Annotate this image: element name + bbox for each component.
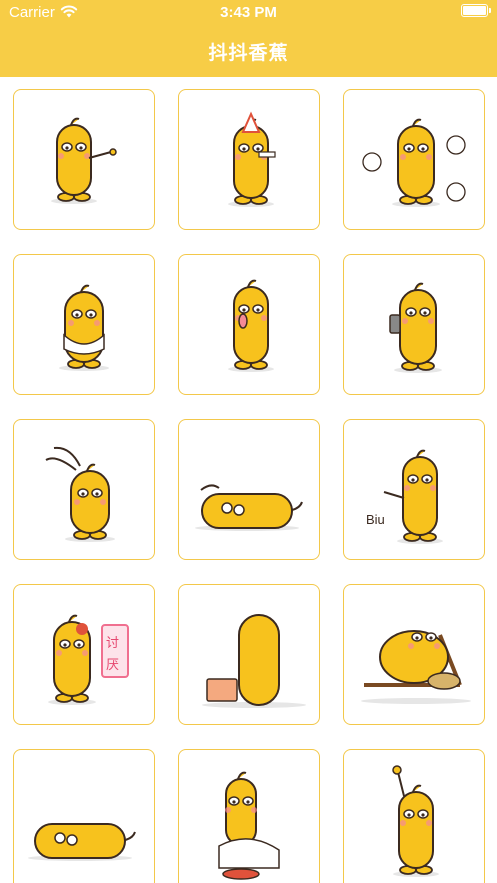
status-bar: Carrier 3:43 PM: [0, 0, 497, 26]
sticker-image: Biu: [366, 449, 443, 544]
sticker-cell-phone-call[interactable]: [343, 254, 485, 395]
sticker-cell-lying-flat[interactable]: [13, 749, 155, 883]
sticker-cell-lounging-with-snacks[interactable]: [343, 584, 485, 725]
sticker-image: [228, 111, 276, 207]
sticker-image: [28, 823, 136, 861]
svg-text:讨: 讨: [106, 636, 119, 651]
sticker-image: [51, 117, 117, 204]
sticker-cell-raising-hand[interactable]: [343, 749, 485, 883]
svg-text:Biu: Biu: [366, 512, 385, 527]
sticker-cell-surprised-mouth-open[interactable]: [178, 254, 320, 395]
sticker-cell-annoyed-sign[interactable]: 讨厌: [13, 584, 155, 725]
sticker-cell-back-with-laptop[interactable]: [178, 584, 320, 725]
sticker-cell-surrounded-by-speech[interactable]: [343, 89, 485, 230]
sticker-cell-pointing[interactable]: [13, 89, 155, 230]
sticker-cell-riding-horse[interactable]: [178, 749, 320, 883]
page-title: 抖抖香蕉: [208, 43, 289, 64]
sticker-image: [195, 484, 303, 531]
sticker-image: [389, 282, 442, 373]
sticker-cell-flopping-over[interactable]: [13, 419, 155, 560]
sticker-image: [202, 614, 306, 708]
sticker-cell-party-horn[interactable]: [178, 89, 320, 230]
sticker-image: [361, 630, 471, 704]
sticker-image: [362, 118, 466, 207]
sticker-cell-bandaged-shy[interactable]: [13, 254, 155, 395]
sticker-cell-lying-down[interactable]: [178, 419, 320, 560]
sticker-image: [59, 284, 109, 371]
navigation-header: Carrier 3:43 PM 抖抖香蕉: [0, 0, 497, 77]
sticker-image: [392, 765, 439, 877]
clock: 3:43 PM: [220, 4, 277, 21]
sticker-image: [228, 279, 274, 372]
sticker-cell-finger-gun[interactable]: Biu: [343, 419, 485, 560]
sticker-image: [45, 446, 115, 542]
sticker-image: 讨厌: [48, 614, 129, 705]
svg-text:厌: 厌: [106, 658, 119, 673]
sticker-image: [218, 771, 280, 880]
battery-icon: [461, 4, 491, 17]
sticker-grid: Biu 讨厌: [0, 77, 497, 883]
